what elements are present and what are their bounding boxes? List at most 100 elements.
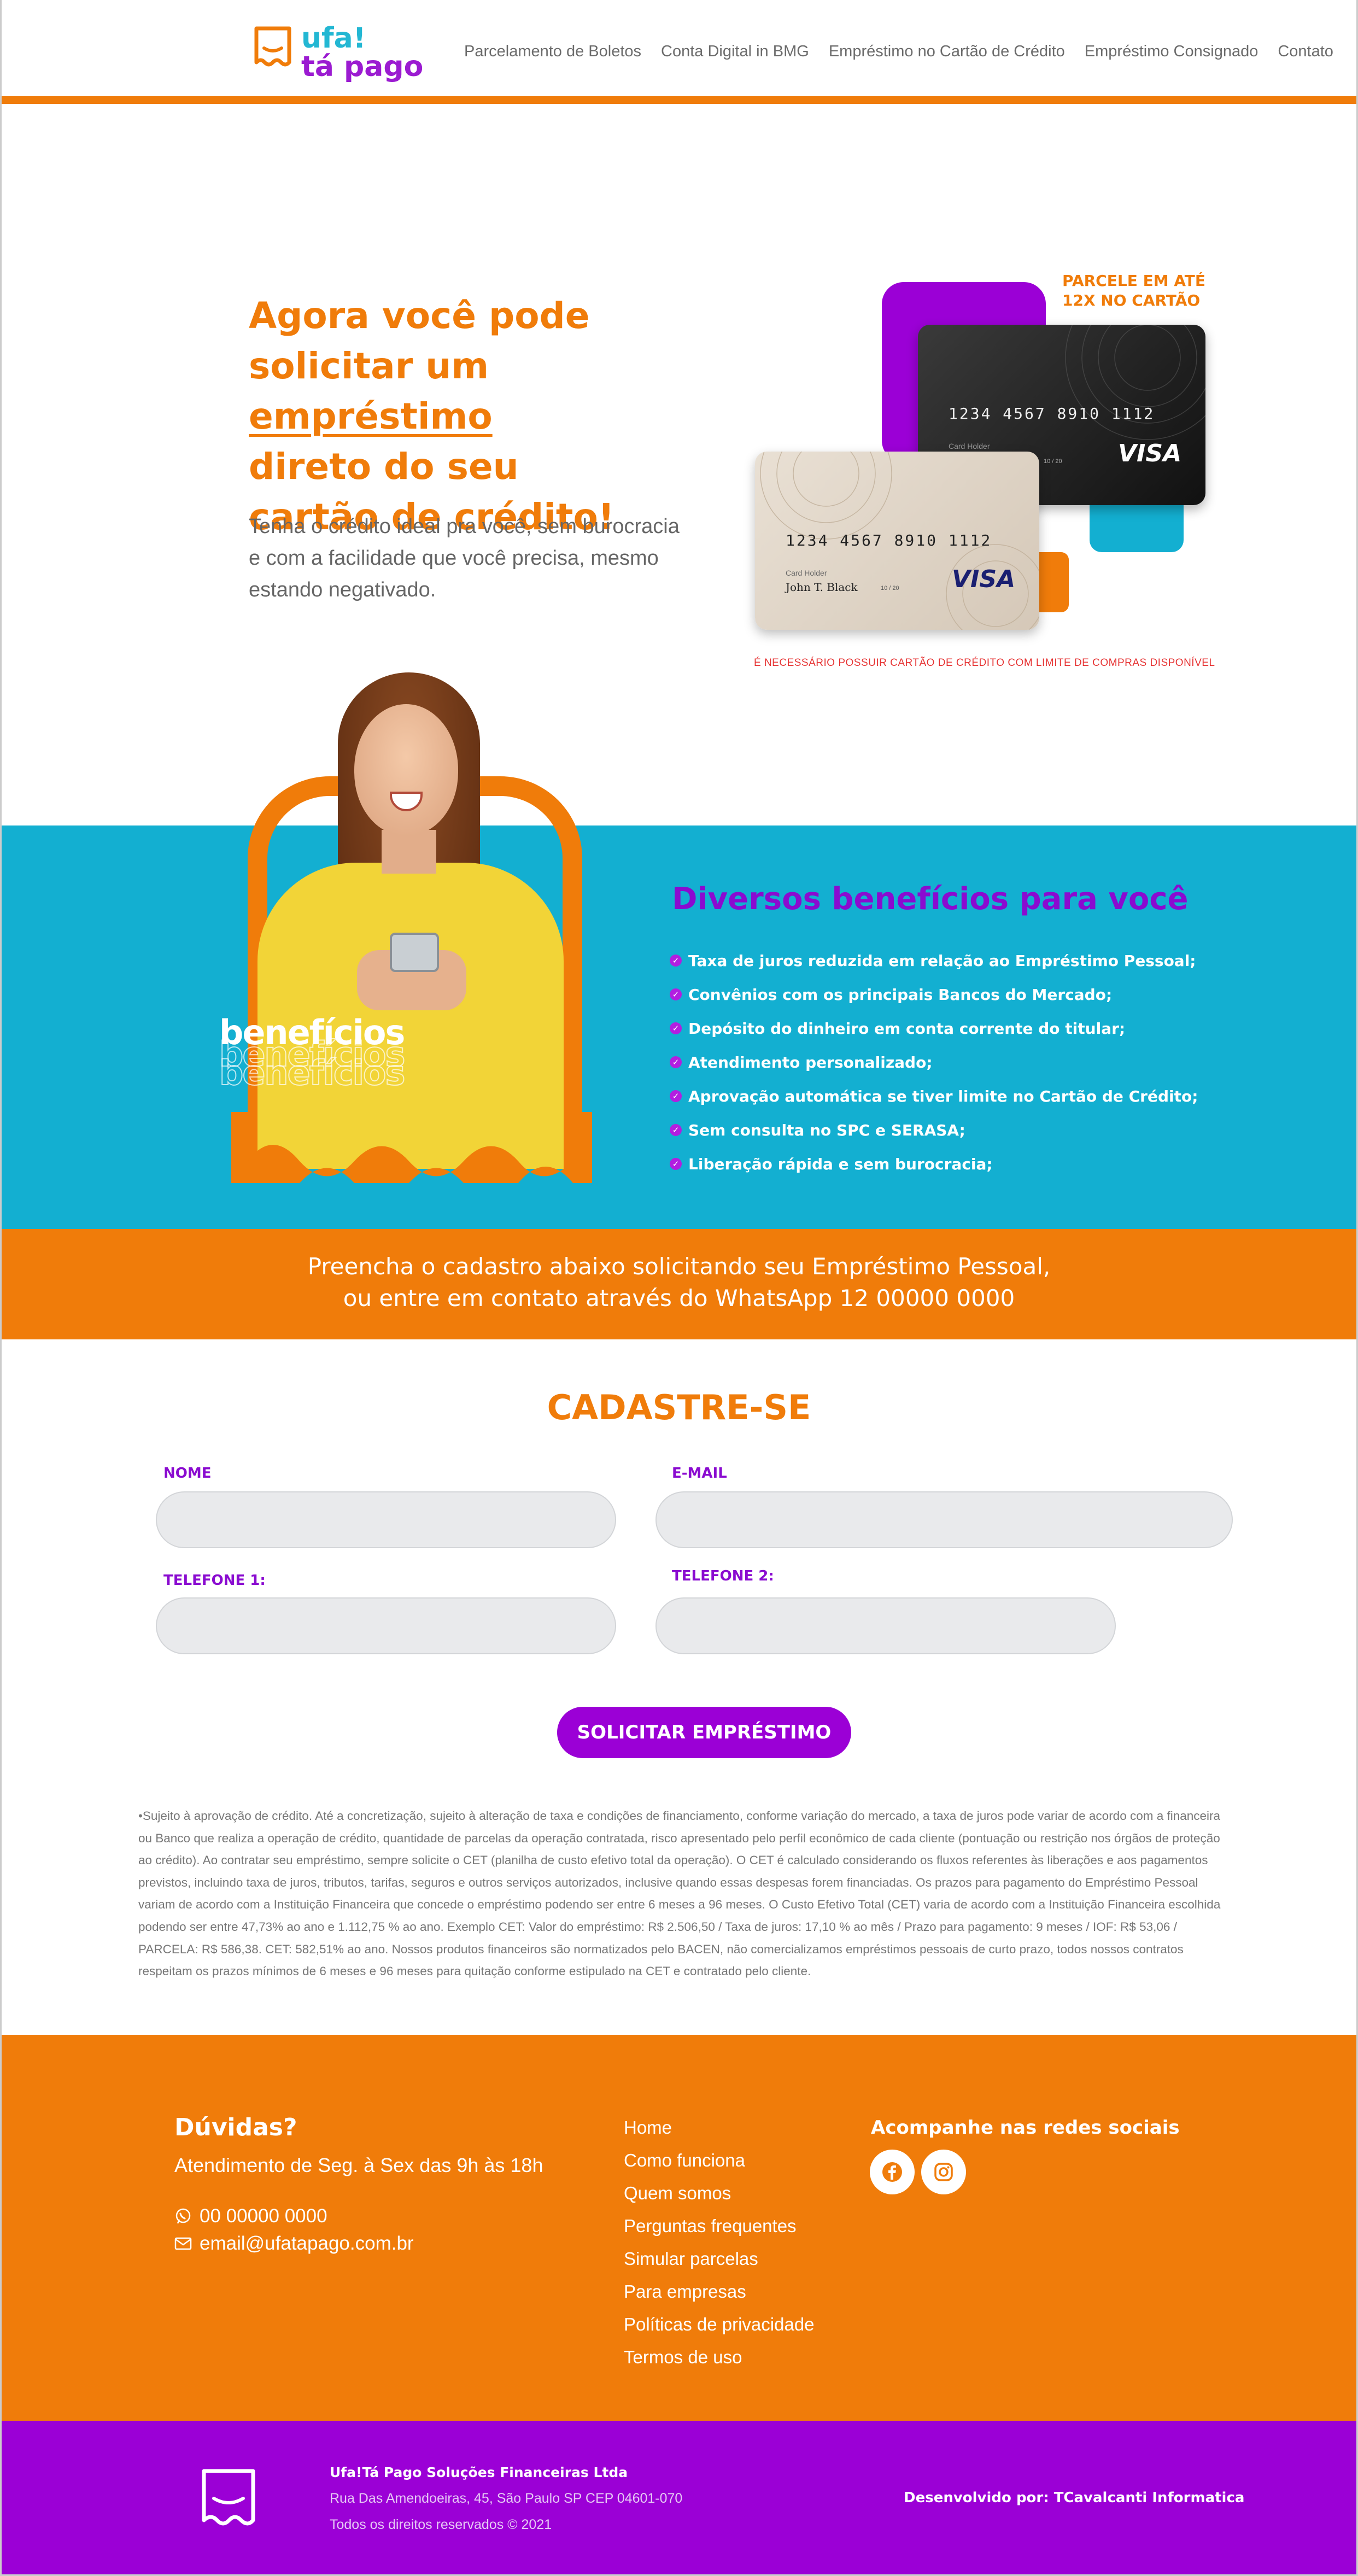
benefit-item: ✓ Depósito do dinheiro em conta corrente …: [670, 1011, 1198, 1045]
phone2-input[interactable]: [655, 1597, 1116, 1654]
check-icon: ✓: [670, 1124, 682, 1136]
card-holder-label: Card Holder: [949, 442, 990, 450]
hero-title-line-1: Agora você pode: [249, 295, 590, 337]
nav-parcelamento-boletos[interactable]: Parcelamento de Boletos: [464, 43, 641, 61]
hero-title-line-2: solicitar um: [249, 345, 489, 387]
benefit-item: ✓ Atendimento personalizado;: [670, 1045, 1198, 1079]
footer-link-como-funciona[interactable]: Como funciona: [624, 2144, 815, 2177]
receipt-logo-icon: [202, 2469, 255, 2526]
company-name: Ufa!Tá Pago Soluções Financeiras Ltda: [330, 2464, 628, 2480]
benefits-title: Diversos benefícios para você: [672, 881, 1189, 917]
check-icon: ✓: [670, 1090, 682, 1102]
footer-phone[interactable]: 00 00000 0000: [174, 2205, 327, 2227]
credit-limit-notice: É NECESSÁRIO POSSUIR CARTÃO DE CRÉDITO C…: [754, 657, 1215, 669]
benefit-text: Liberação rápida e sem burocracia;: [688, 1155, 993, 1173]
benefit-item: ✓ Liberação rápida e sem burocracia;: [670, 1147, 1198, 1181]
beige-credit-card: 1234 4567 8910 1112 Card Holder John T. …: [755, 452, 1039, 630]
company-address: Rua Das Amendoeiras, 45, São Paulo SP CE…: [330, 2491, 683, 2506]
social-title: Acompanhe nas redes sociais: [871, 2117, 1180, 2139]
page: ufa! tá pago Parcelamento de Boletos Con…: [0, 0, 1358, 2576]
installments-badge: PARCELE EM ATÉ 12X NO CARTÃO: [1062, 272, 1206, 309]
face: [354, 704, 458, 835]
benefit-text: Sem consulta no SPC e SERASA;: [688, 1121, 965, 1139]
logo-line-1: ufa!: [301, 22, 366, 55]
logo[interactable]: ufa! tá pago: [252, 24, 427, 84]
receipt-logo-icon: [254, 26, 291, 67]
card-expiry: 10 / 20: [1044, 458, 1062, 465]
benefit-text: Depósito do dinheiro em conta corrente d…: [688, 1019, 1126, 1038]
footer-link-home[interactable]: Home: [624, 2111, 815, 2144]
card-expiry: 10 / 20: [881, 585, 899, 592]
band-line-2: ou entre em contato através do WhatsApp …: [343, 1285, 1015, 1312]
hero-title-line-3: direto do seu: [249, 446, 519, 488]
benefit-text: Atendimento personalizado;: [688, 1053, 933, 1072]
footer-email[interactable]: email@ufatapago.com.br: [174, 2233, 414, 2255]
benefit-item: ✓ Convênios com os principais Bancos do M…: [670, 977, 1198, 1011]
footer-link-privacidade[interactable]: Políticas de privacidade: [624, 2308, 815, 2341]
phone-icon: [390, 933, 439, 972]
name-label: NOME: [163, 1465, 212, 1482]
credit-cards-illustration: 1234 4567 8910 1112 Card Holder John T. …: [751, 268, 1210, 651]
main-nav: Parcelamento de Boletos Conta Digital in…: [464, 43, 1353, 61]
benefit-item: ✓ Taxa de juros reduzida em relação ao Em…: [670, 944, 1198, 977]
developer-credit[interactable]: Desenvolvido por: TCavalcanti Informatic…: [904, 2490, 1244, 2506]
facebook-icon[interactable]: [870, 2150, 915, 2194]
hero-title-highlight: empréstimo: [249, 395, 493, 437]
legal-disclaimer: •Sujeito à aprovação de crédito. Até a c…: [138, 1809, 1221, 1978]
card-holder-label: Card Holder: [786, 569, 827, 577]
card-number: 1234 4567 8910 1112: [786, 531, 992, 549]
footer-title: Dúvidas?: [174, 2114, 297, 2141]
benefits-list: ✓ Taxa de juros reduzida em relação ao Em…: [670, 944, 1198, 1181]
hero-subtitle: Tenha o crédito ideal pra você, sem buro…: [249, 515, 680, 601]
visa-logo: VISA: [952, 565, 1016, 593]
facebook-glyph-icon: [882, 2162, 902, 2182]
footer-email-text: email@ufatapago.com.br: [200, 2233, 414, 2254]
request-loan-button[interactable]: SOLICITAR EMPRÉSTIMO: [557, 1707, 851, 1758]
phone2-label: TELEFONE 2:: [672, 1568, 774, 1584]
phone1-label: TELEFONE 1:: [163, 1572, 266, 1589]
benefit-text: Taxa de juros reduzida em relação ao Emp…: [688, 951, 1196, 970]
benefit-item: ✓ Sem consulta no SPC e SERASA;: [670, 1113, 1198, 1147]
copyright: Todos os direitos reservados © 2021: [330, 2517, 552, 2532]
signup-title: CADASTRE-SE: [547, 1387, 811, 1427]
instagram-icon[interactable]: [921, 2150, 966, 2194]
benefit-item: ✓ Aprovação automática se tiver limite no…: [670, 1079, 1198, 1113]
footer-link-termos[interactable]: Termos de uso: [624, 2341, 815, 2374]
neck: [382, 830, 436, 874]
card-holder: John T. Black: [786, 581, 858, 594]
nav-emprestimo-cartao[interactable]: Empréstimo no Cartão de Crédito: [829, 43, 1065, 61]
woman-with-phone-image: [231, 666, 592, 1183]
benefits-word-outline: benefícios: [219, 1052, 406, 1093]
name-input[interactable]: [156, 1491, 616, 1548]
footer-phone-text: 00 00000 0000: [200, 2205, 327, 2227]
footer-link-simular[interactable]: Simular parcelas: [624, 2243, 815, 2275]
instagram-glyph-icon: [934, 2163, 953, 2181]
check-icon: ✓: [670, 955, 682, 967]
footer-link-empresas[interactable]: Para empresas: [624, 2275, 815, 2308]
email-input[interactable]: [655, 1491, 1233, 1548]
benefit-text: Aprovação automática se tiver limite no …: [688, 1087, 1198, 1105]
card-number: 1234 4567 8910 1112: [949, 405, 1155, 423]
mail-icon: [174, 2237, 192, 2250]
nav-emprestimo-consignado[interactable]: Empréstimo Consignado: [1085, 43, 1259, 61]
check-icon: ✓: [670, 1056, 682, 1068]
footer-link-faq[interactable]: Perguntas frequentes: [624, 2210, 815, 2243]
check-icon: ✓: [670, 1022, 682, 1034]
hero-title: Agora você pode solicitar um empréstimo …: [249, 291, 741, 542]
logo-line-2: tá pago: [301, 50, 424, 83]
check-icon: ✓: [670, 988, 682, 1000]
nav-conta-digital[interactable]: Conta Digital in BMG: [661, 43, 809, 61]
band-line-1: Preencha o cadastro abaixo solicitando s…: [307, 1253, 1051, 1280]
check-icon: ✓: [670, 1158, 682, 1170]
footer-links: Home Como funciona Quem somos Perguntas …: [624, 2111, 815, 2374]
nav-contato[interactable]: Contato: [1278, 43, 1333, 61]
email-label: E-MAIL: [672, 1465, 727, 1482]
phone1-input[interactable]: [156, 1597, 616, 1654]
whatsapp-icon: [175, 2208, 191, 2224]
footer-hours: Atendimento de Seg. à Sex das 9h às 18h: [174, 2154, 543, 2176]
visa-logo: VISA: [1118, 440, 1182, 467]
benefit-text: Convênios com os principais Bancos do Me…: [688, 985, 1113, 1004]
header: ufa! tá pago Parcelamento de Boletos Con…: [2, 0, 1356, 104]
receipt-wave-icon: [231, 1112, 592, 1183]
footer-link-quem-somos[interactable]: Quem somos: [624, 2177, 815, 2210]
